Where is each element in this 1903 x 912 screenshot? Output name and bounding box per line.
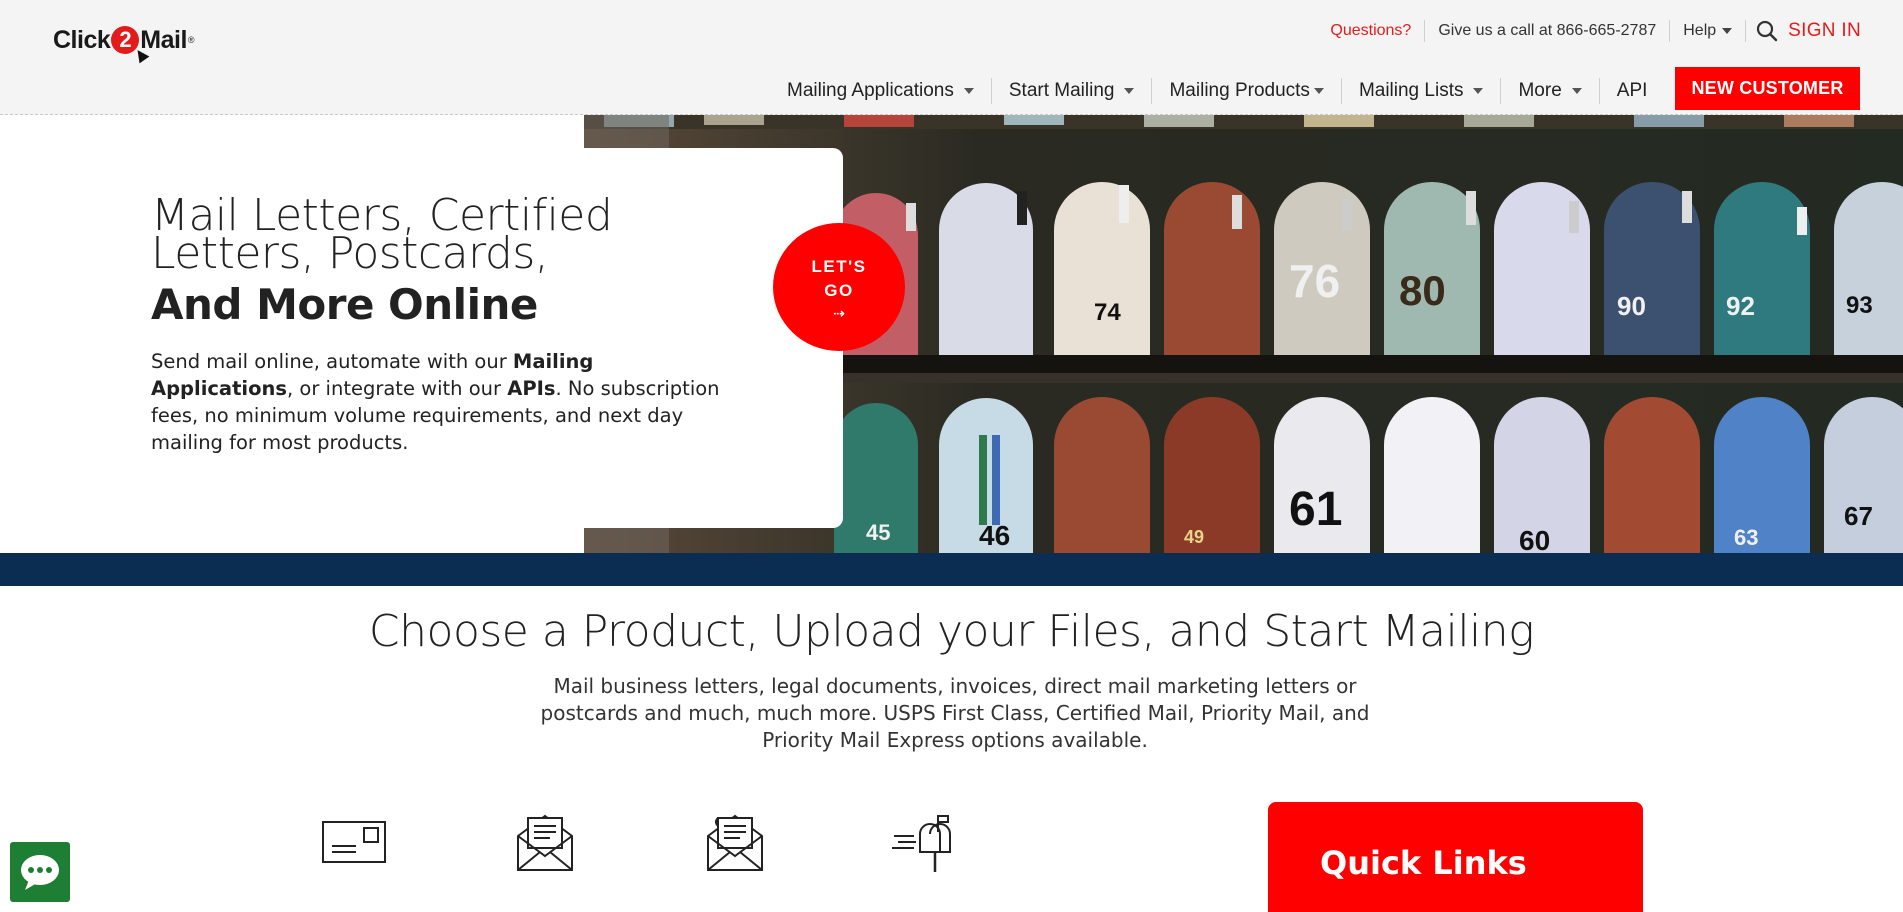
nav-label: API xyxy=(1616,80,1648,101)
quick-links-panel: Quick Links xyxy=(1268,802,1643,912)
mailbox-icon xyxy=(892,815,951,872)
hero-description: Send mail online, automate with our Mail… xyxy=(151,350,720,454)
nav-label: Start Mailing xyxy=(1008,80,1115,101)
arrow-right-icon: ⇢ xyxy=(833,304,845,321)
search-icon xyxy=(1757,20,1778,42)
section-title: Choose a Product, Upload your Files, and… xyxy=(368,606,1535,657)
product-mailbox[interactable] xyxy=(890,812,960,874)
chevron-down-icon xyxy=(1313,88,1324,94)
logo-trademark: ® xyxy=(187,35,195,45)
nav-label: Mailing Products xyxy=(1169,80,1310,101)
mailbox-number: 46 xyxy=(979,520,1010,551)
nav-api[interactable]: API xyxy=(1600,78,1665,104)
live-chat-button[interactable] xyxy=(10,842,70,902)
chevron-down-icon xyxy=(1124,88,1135,94)
mailbox-number: 74 xyxy=(1094,299,1121,326)
search-button[interactable] xyxy=(1746,20,1788,42)
mailbox-number: 60 xyxy=(1519,525,1550,553)
nav-label: Mailing Applications xyxy=(787,80,954,101)
mailbox-number: 49 xyxy=(1184,527,1204,547)
lets-go-label-2: GO xyxy=(824,280,854,300)
hero-title: Mail Letters, Certified Letters, Postcar… xyxy=(151,190,613,279)
nav-more[interactable]: More xyxy=(1501,78,1600,104)
main-nav: Mailing Applications Start Mailing Maili… xyxy=(770,66,1664,112)
nav-mailing-products[interactable]: Mailing Products xyxy=(1152,78,1342,104)
mailbox-number: 45 xyxy=(866,520,890,545)
hero-title-emphasis: And More Online xyxy=(151,280,538,329)
apis-link[interactable]: APIs xyxy=(507,377,555,400)
postcard-icon xyxy=(322,821,386,863)
product-postcard[interactable] xyxy=(320,812,390,874)
section-description: Mail business letters, legal documents, … xyxy=(540,674,1370,752)
nav-mailing-applications[interactable]: Mailing Applications xyxy=(770,78,992,104)
product-certified-letter[interactable] xyxy=(700,812,770,874)
questions-link[interactable]: Questions? xyxy=(1317,20,1426,42)
site-header: Click 2 Mail ® Questions? Give us a call… xyxy=(0,0,1903,115)
chat-bubble-icon xyxy=(21,855,59,890)
chevron-down-icon xyxy=(1722,28,1733,34)
mailbox-number: 90 xyxy=(1617,291,1646,321)
mailbox-number: 93 xyxy=(1846,292,1873,319)
logo-text-click: Click xyxy=(53,25,111,54)
mailbox-number: 92 xyxy=(1726,291,1755,321)
logo-text-mail: Mail xyxy=(140,25,187,54)
divider-bar xyxy=(0,553,1903,586)
logo-two-badge: 2 xyxy=(111,26,150,64)
mailbox-number: 67 xyxy=(1844,501,1873,531)
help-menu[interactable]: Help xyxy=(1670,20,1747,42)
nav-label: Mailing Lists xyxy=(1358,80,1464,101)
nav-label: More xyxy=(1518,80,1562,101)
nav-start-mailing[interactable]: Start Mailing xyxy=(992,78,1153,104)
lets-go-label-1: LET'S xyxy=(811,256,867,276)
chevron-down-icon xyxy=(1473,88,1484,94)
logo[interactable]: Click 2 Mail ® xyxy=(53,22,195,64)
sign-in-link[interactable]: SIGN IN xyxy=(1788,20,1903,42)
utility-bar: Questions? Give us a call at 866-665-278… xyxy=(1317,20,1903,42)
mailbox-number: 63 xyxy=(1734,525,1758,550)
letter-envelope-icon xyxy=(517,814,573,871)
call-us-text[interactable]: Give us a call at 866-665-2787 xyxy=(1425,20,1671,42)
hero-section: 74 76 80 90 92 93 45 46 49 61 60 63 67 M… xyxy=(0,115,1903,553)
help-label: Help xyxy=(1683,22,1717,39)
mailbox-number: 61 xyxy=(1289,483,1342,536)
mailbox-number: 76 xyxy=(1289,255,1340,307)
lets-go-button[interactable]: LET'S GO ⇢ xyxy=(773,223,905,351)
quick-links-title: Quick Links xyxy=(1320,844,1527,882)
mailbox-number: 80 xyxy=(1399,267,1446,314)
product-letter[interactable] xyxy=(510,812,580,874)
nav-mailing-lists[interactable]: Mailing Lists xyxy=(1342,78,1502,104)
chevron-down-icon xyxy=(963,88,974,94)
chevron-down-icon xyxy=(1571,88,1582,94)
new-customer-button[interactable]: NEW CUSTOMER xyxy=(1675,67,1860,110)
certified-letter-icon xyxy=(707,814,763,871)
